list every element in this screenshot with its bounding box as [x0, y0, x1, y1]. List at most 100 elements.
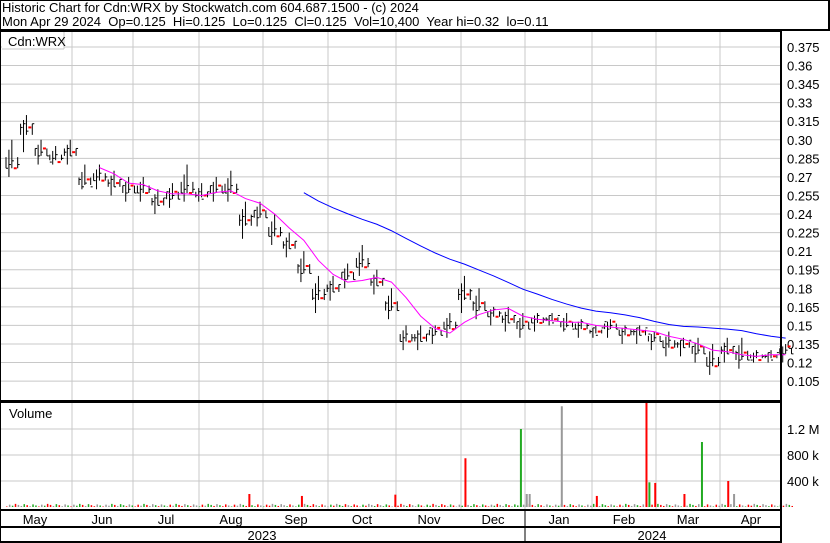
- volume-bar: [300, 495, 303, 507]
- month-label: Feb: [613, 512, 635, 527]
- volume-bar: [371, 504, 373, 507]
- volume-bar: [403, 504, 405, 507]
- volume-bar: [382, 506, 385, 507]
- volume-bar: [105, 504, 107, 507]
- volume-bar: [70, 506, 72, 507]
- header-frame: [0, 0, 830, 31]
- volume-bar: [283, 505, 285, 507]
- volume-bar: [435, 504, 437, 507]
- volume-bar: [84, 505, 87, 507]
- price-tick-label: 0.36: [787, 59, 812, 74]
- volume-bar: [333, 505, 335, 507]
- volume-bar: [178, 504, 180, 507]
- price-tick-label: 0.165: [787, 300, 820, 315]
- volume-bar: [744, 506, 747, 507]
- volume-bar: [43, 505, 46, 507]
- volume-bar: [6, 506, 8, 507]
- volume-bar: [251, 505, 253, 507]
- month-label: Apr: [741, 512, 762, 527]
- price-tick-label: 0.225: [787, 226, 820, 241]
- volume-bar: [674, 504, 677, 507]
- volume-bar: [534, 505, 537, 507]
- volume-bar: [782, 505, 785, 507]
- volume-bar: [449, 504, 452, 507]
- volume-bar: [715, 504, 718, 507]
- volume-tick-label: 800 k: [787, 448, 819, 463]
- volume-bar: [464, 458, 467, 507]
- volume-bar: [525, 494, 528, 507]
- volume-bar: [222, 506, 224, 507]
- volume-bar: [108, 505, 110, 507]
- volume-bar: [587, 504, 589, 507]
- volume-bar: [703, 506, 706, 507]
- volume-bar: [692, 504, 694, 507]
- volume-bar: [184, 504, 186, 507]
- volume-bar: [788, 504, 791, 507]
- year-label: 2023: [248, 528, 277, 543]
- volume-bar: [771, 504, 773, 507]
- month-label: Jul: [158, 512, 175, 527]
- volume-bar: [733, 494, 736, 507]
- year-label: 2024: [638, 528, 667, 543]
- volume-bar: [344, 504, 347, 507]
- volume-bar: [444, 505, 446, 507]
- volume-bar: [265, 504, 268, 507]
- price-tick-label: 0.315: [787, 114, 820, 129]
- volume-tick-label: 400 k: [787, 474, 819, 489]
- price-tick-label: 0.30: [787, 133, 812, 148]
- volume-bar: [17, 504, 20, 507]
- volume-bar: [575, 506, 577, 507]
- volume-bar: [765, 505, 767, 507]
- volume-bar: [359, 506, 361, 507]
- volume-bar: [289, 504, 291, 507]
- price-tick-label: 0.105: [787, 374, 820, 389]
- volume-bar: [198, 506, 201, 507]
- price-tick-label: 0.15: [787, 318, 812, 333]
- volume-bar: [420, 505, 423, 507]
- volume-bar: [93, 506, 96, 507]
- volume-bar: [660, 504, 662, 507]
- volume-bar: [335, 503, 338, 507]
- volume-bar: [137, 504, 139, 507]
- volume-bar: [695, 505, 697, 507]
- price-tick-label: 0.285: [787, 151, 820, 166]
- volume-bar: [318, 506, 320, 507]
- price-tick-label: 0.255: [787, 188, 820, 203]
- volume-bar: [689, 503, 691, 507]
- volume-bar: [438, 505, 440, 507]
- volume-bar: [700, 442, 703, 507]
- price-tick-label: 0.18: [787, 281, 812, 296]
- volume-bar: [236, 505, 239, 507]
- volume-bar: [379, 505, 382, 507]
- volume-bar: [645, 403, 648, 507]
- volume-bar: [467, 504, 469, 507]
- volume-bar: [356, 505, 358, 507]
- volume-bar: [225, 504, 227, 507]
- volume-bar: [201, 504, 204, 507]
- volume-bar: [254, 506, 256, 507]
- month-label: Mar: [677, 512, 700, 527]
- volume-bar: [338, 504, 341, 507]
- volume-bar: [172, 505, 174, 507]
- price-tick-label: 0.33: [787, 96, 812, 111]
- volume-bar: [8, 504, 11, 507]
- volume-bar: [514, 504, 516, 507]
- volume-bar: [213, 505, 215, 507]
- volume-bar: [230, 506, 233, 507]
- volume-bar: [400, 503, 402, 507]
- volume-bar: [552, 506, 554, 507]
- volume-bar: [441, 504, 443, 507]
- volume-bar: [90, 505, 93, 507]
- volume-bar: [140, 505, 142, 507]
- volume-bar: [633, 504, 636, 507]
- month-label: May: [23, 512, 48, 527]
- volume-bar: [446, 506, 449, 507]
- volume-bar: [257, 504, 259, 507]
- volume-bar: [143, 503, 145, 507]
- volume-bar: [87, 504, 90, 507]
- volume-bar: [315, 505, 318, 507]
- volume-bar: [490, 504, 493, 507]
- volume-bar: [753, 503, 756, 507]
- volume-bar: [578, 504, 580, 507]
- volume-bar: [619, 504, 621, 507]
